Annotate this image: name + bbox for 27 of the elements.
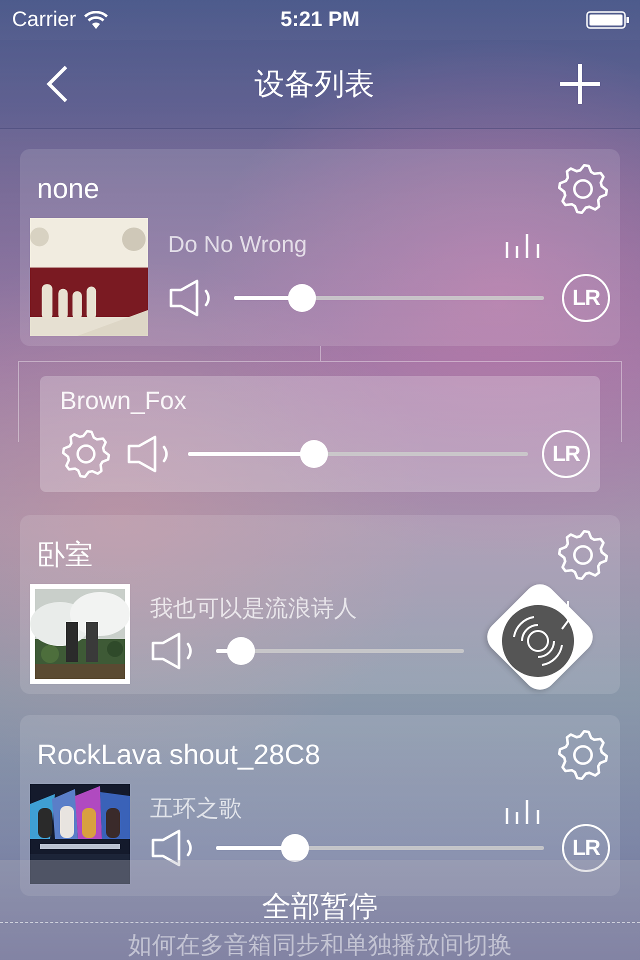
settings-icon[interactable] xyxy=(556,728,610,782)
clock-time: 5:21 PM xyxy=(280,8,360,31)
slider-thumb[interactable] xyxy=(300,440,328,468)
slider-thumb[interactable] xyxy=(280,834,309,862)
settings-icon[interactable] xyxy=(556,528,610,582)
channel-button[interactable]: LR xyxy=(562,824,610,872)
slider-thumb[interactable] xyxy=(226,637,255,665)
back-icon[interactable] xyxy=(45,65,69,103)
speaker-name: Brown_Fox xyxy=(60,386,188,417)
page-title: 设备列表 xyxy=(254,66,374,102)
song-title: 我也可以是流浪诗人 xyxy=(150,594,357,623)
song-title: Do No Wrong xyxy=(168,231,307,258)
carrier-label: Carrier xyxy=(12,8,76,32)
battery-icon xyxy=(586,11,630,29)
device-name: 卧室 xyxy=(36,538,93,572)
settings-icon[interactable] xyxy=(556,162,610,216)
channel-button[interactable]: LR xyxy=(542,430,590,478)
song-title: 五环之歌 xyxy=(150,794,242,823)
pause-all-button[interactable]: 全部暂停 xyxy=(262,892,378,922)
slider-thumb[interactable] xyxy=(288,284,316,312)
device-name: none xyxy=(36,172,100,204)
wifi-icon xyxy=(84,11,108,29)
help-link[interactable]: 如何在多音箱同步和单独播放间切换 xyxy=(128,929,512,960)
channel-button[interactable]: LR xyxy=(562,274,610,322)
device-name: RockLava shout_28C8 xyxy=(36,738,320,770)
add-icon[interactable] xyxy=(560,64,600,104)
settings-icon[interactable] xyxy=(60,428,112,480)
